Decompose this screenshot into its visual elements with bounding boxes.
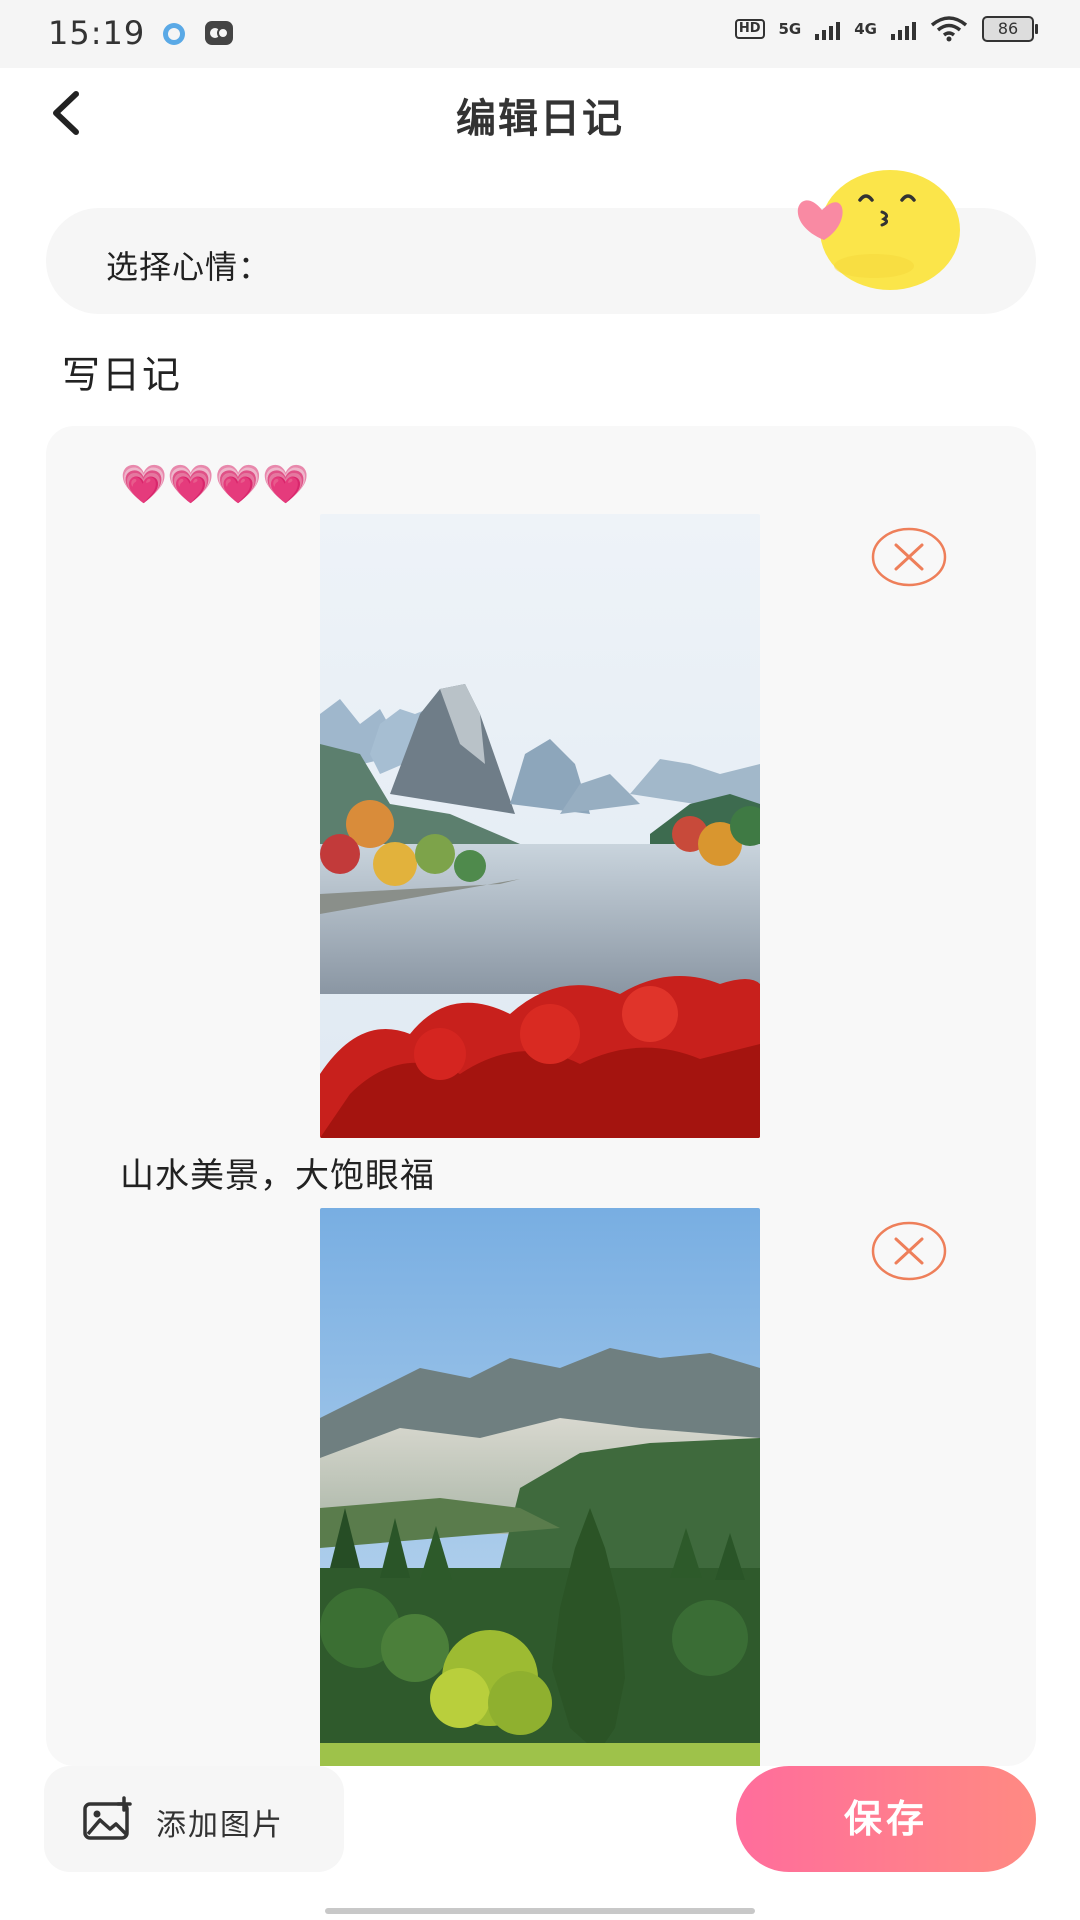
kissing-face-heart-icon[interactable] xyxy=(790,162,970,292)
mood-label: 选择心情： xyxy=(106,248,272,286)
status-bar: 15:19 HD 5G 4G 86 xyxy=(0,0,1080,68)
hd-badge: HD xyxy=(734,19,765,39)
signal-label-5g: 5G xyxy=(778,20,802,38)
signal-bars-icon xyxy=(815,18,841,40)
save-button[interactable]: 保存 xyxy=(736,1766,1036,1872)
screen: 15:19 HD 5G 4G 86 编辑日记 选择心情： 写日记 💗💗💗💗 山水… xyxy=(0,0,1080,1920)
write-diary-heading: 写日记 xyxy=(62,353,183,397)
diary-text-hearts[interactable]: 💗💗💗💗 xyxy=(120,462,309,507)
add-image-icon xyxy=(83,1796,132,1840)
status-indicators: HD 5G 4G 86 xyxy=(734,16,1038,42)
add-image-button[interactable]: 添加图片 xyxy=(44,1766,344,1872)
close-circle-icon[interactable] xyxy=(870,526,948,588)
karst-river-autumn-photo[interactable] xyxy=(320,514,760,1138)
battery-indicator: 86 xyxy=(982,16,1038,42)
signal-label-4g: 4G xyxy=(854,20,877,38)
status-time: 15:19 xyxy=(48,14,146,52)
diary-editor[interactable]: 💗💗💗💗 山水美景，大饱眼福 xyxy=(46,426,1036,1766)
add-image-label: 添加图片 xyxy=(156,1808,284,1843)
page-title: 编辑日记 xyxy=(456,96,624,142)
diary-caption-text[interactable]: 山水美景，大饱眼福 xyxy=(120,1148,435,1197)
app-notification-icon xyxy=(205,21,233,45)
signal-bars-icon xyxy=(891,18,916,40)
misty-forest-mountains-photo[interactable] xyxy=(320,1208,760,1766)
wifi-icon xyxy=(930,16,968,42)
browser-notification-icon xyxy=(163,23,185,45)
close-circle-icon[interactable] xyxy=(870,1220,948,1282)
home-indicator[interactable] xyxy=(325,1908,755,1914)
